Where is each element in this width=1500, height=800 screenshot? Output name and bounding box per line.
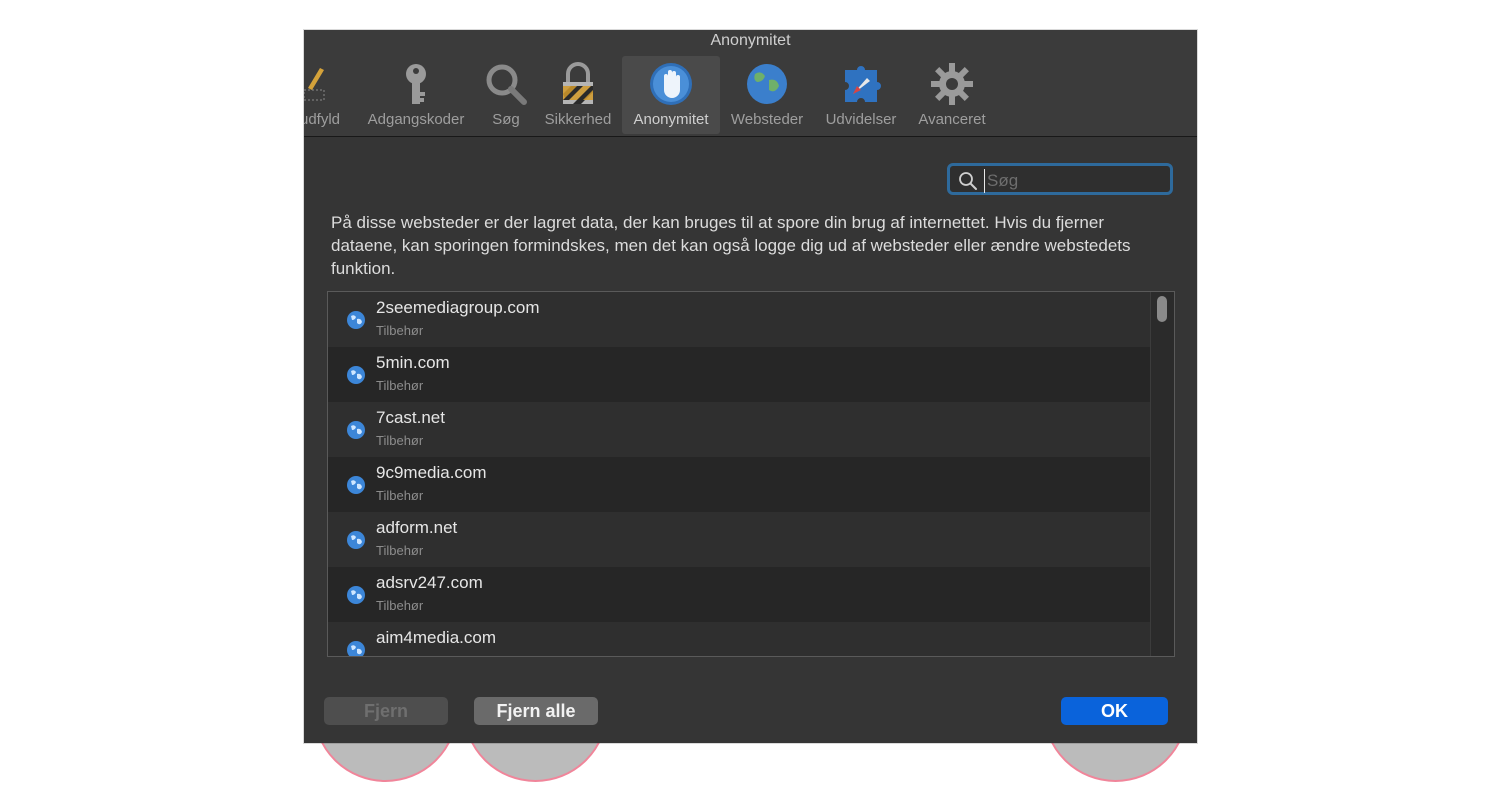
site-domain: 7cast.net xyxy=(376,408,445,427)
site-data-type: Tilbehør xyxy=(376,378,424,393)
toolbar-item-search[interactable]: Søg xyxy=(480,56,532,134)
site-domain: adsrv247.com xyxy=(376,573,483,592)
globe-icon xyxy=(347,641,365,656)
toolbar-item-label: Websteder xyxy=(730,111,804,128)
search-input[interactable] xyxy=(984,169,1169,193)
globe-icon xyxy=(347,531,365,549)
list-item[interactable]: adsrv247.com Tilbehør xyxy=(328,567,1150,622)
site-data-type: Tilbehør xyxy=(376,323,424,338)
toolbar-item-label: Adgangskoder xyxy=(367,111,465,128)
site-data-type: Tilbehør xyxy=(376,488,424,503)
site-domain: 9c9media.com xyxy=(376,463,487,482)
toolbar: Anonymitet udfyld Adgangskoder Søg Sikke… xyxy=(304,30,1197,137)
globe-icon xyxy=(747,64,787,104)
hand-icon xyxy=(650,63,692,105)
toolbar-item-label: Sikkerhed xyxy=(544,111,612,128)
globe-icon xyxy=(347,421,365,439)
search-icon xyxy=(959,172,977,190)
globe-icon xyxy=(347,476,365,494)
globe-icon xyxy=(347,586,365,604)
puzzle-icon xyxy=(845,66,881,102)
list-item[interactable]: 9c9media.com Tilbehør xyxy=(328,457,1150,512)
toolbar-item-label: udfyld xyxy=(304,111,341,128)
website-data-list[interactable]: 2seemediagroup.com Tilbehør 5min.com Til… xyxy=(327,291,1175,657)
globe-icon xyxy=(347,311,365,329)
list-item[interactable]: 5min.com Tilbehør xyxy=(328,347,1150,402)
site-data-type: Tilbehør xyxy=(376,543,424,558)
site-data-type: Tilbehør xyxy=(376,598,424,613)
search-field[interactable] xyxy=(947,163,1173,195)
scrollbar[interactable] xyxy=(1150,292,1174,656)
toolbar-item-privacy[interactable]: Anonymitet xyxy=(622,56,720,134)
site-domain: 2seemediagroup.com xyxy=(376,298,540,317)
window-title: Anonymitet xyxy=(710,32,791,49)
toolbar-item-label: Anonymitet xyxy=(633,111,709,128)
toolbar-item-label: Avanceret xyxy=(918,111,986,128)
gear-icon xyxy=(931,63,973,105)
toolbar-item-security[interactable]: Sikkerhed xyxy=(538,56,618,134)
ok-button[interactable]: OK xyxy=(1061,697,1168,725)
remove-all-button[interactable]: Fjern alle xyxy=(474,697,598,725)
toolbar-item-extensions[interactable]: Udvidelser xyxy=(817,56,905,134)
toolbar-item-label: Udvidelser xyxy=(825,111,897,128)
scrollbar-thumb[interactable] xyxy=(1157,296,1167,322)
site-domain: adform.net xyxy=(376,518,458,537)
site-domain: 5min.com xyxy=(376,353,450,372)
site-domain: aim4media.com xyxy=(376,628,496,647)
key-icon xyxy=(406,64,426,104)
preferences-window: Anonymitet udfyld Adgangskoder Søg Sikke… xyxy=(304,30,1197,743)
toolbar-item-websites[interactable]: Websteder xyxy=(724,56,810,134)
pencil-icon xyxy=(304,68,325,101)
description-text: På disse websteder er der lagret data, d… xyxy=(331,213,1131,278)
toolbar-item-label: Søg xyxy=(492,111,520,128)
toolbar-item-advanced[interactable]: Avanceret xyxy=(910,56,994,134)
list-item[interactable]: adform.net Tilbehør xyxy=(328,512,1150,567)
lock-icon xyxy=(563,62,593,104)
globe-icon xyxy=(347,366,365,384)
site-data-type: Tilbehør xyxy=(376,433,424,448)
magnifier-icon xyxy=(486,64,527,105)
list-item[interactable]: 7cast.net Tilbehør xyxy=(328,402,1150,457)
list-item[interactable]: 2seemediagroup.com Tilbehør xyxy=(328,292,1150,347)
remove-button[interactable]: Fjern xyxy=(324,697,448,725)
toolbar-item-autofill[interactable]: udfyld xyxy=(304,56,352,134)
toolbar-item-passwords[interactable]: Adgangskoder xyxy=(359,56,473,134)
list-item[interactable]: aim4media.com xyxy=(328,622,1150,656)
